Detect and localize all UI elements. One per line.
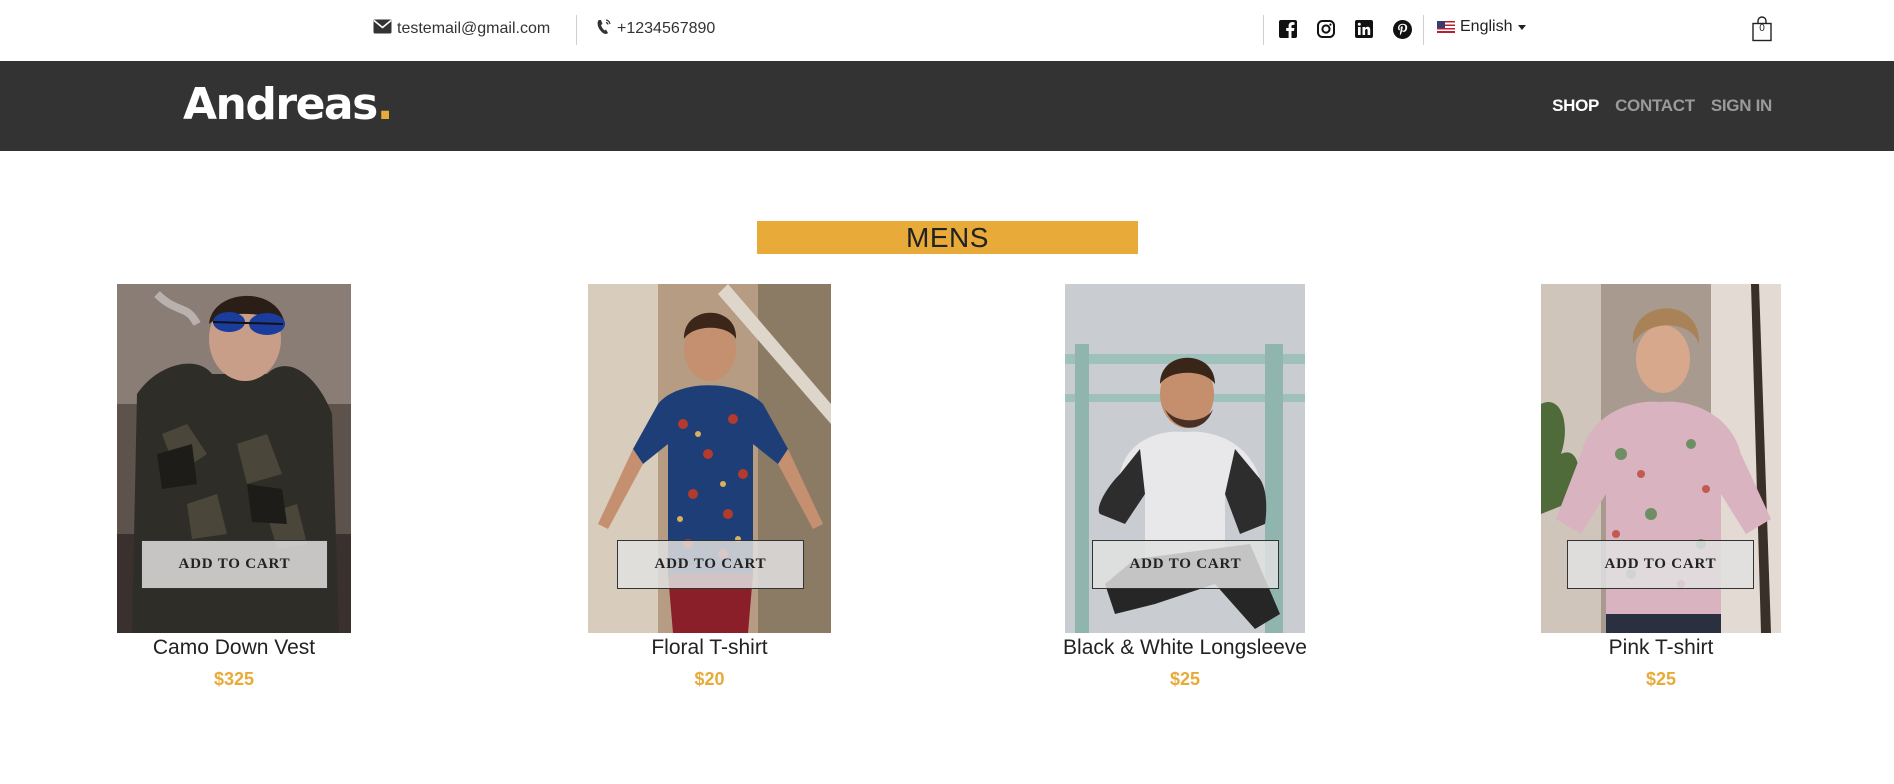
divider [576,15,577,45]
shopping-bag-icon[interactable]: 0 [1751,15,1773,42]
contact-email[interactable]: testemail@gmail.com [373,17,550,41]
instagram-icon[interactable] [1315,18,1337,40]
nav-link-contact[interactable]: CONTACT [1615,96,1695,116]
site-logo[interactable]: Andreas. [183,79,394,130]
product-name[interactable]: Camo Down Vest [117,636,351,660]
divider [1423,15,1424,45]
product-name[interactable]: Floral T-shirt [588,636,831,660]
facebook-icon[interactable] [1277,18,1299,40]
phone-icon [596,18,612,41]
divider [1263,15,1264,45]
cart-count-badge: 0 [1759,23,1765,34]
add-to-cart-button[interactable]: ADD TO CART [1567,540,1754,589]
language-selector[interactable]: English [1437,18,1527,36]
product-price: $325 [213,669,255,689]
product-name[interactable]: Pink T-shirt [1541,636,1781,660]
add-to-cart-button[interactable]: ADD TO CART [1092,540,1279,589]
nav-link-sign-in[interactable]: SIGN IN [1711,96,1772,116]
add-to-cart-button[interactable]: ADD TO CART [141,540,328,589]
nav-links: SHOP CONTACT SIGN IN [1552,96,1772,116]
product-price: $25 [1169,669,1201,689]
product-price: $25 [1645,669,1677,689]
phone-text: +1234567890 [617,20,716,37]
product-price: $20 [694,669,725,689]
linkedin-icon[interactable] [1353,18,1375,40]
main-navbar: Andreas. SHOP CONTACT SIGN IN [0,61,1894,151]
section-title: MENS [757,221,1138,254]
email-text: testemail@gmail.com [397,20,551,37]
us-flag-icon [1437,21,1455,33]
product-name[interactable]: Black & White Longsleeve [1035,636,1335,660]
pinterest-icon[interactable] [1391,18,1413,40]
language-label: English [1460,18,1513,35]
nav-link-shop[interactable]: SHOP [1552,96,1599,116]
logo-text: Andreas [183,79,378,130]
add-to-cart-button[interactable]: ADD TO CART [617,540,804,589]
envelope-icon [373,19,392,39]
chevron-down-icon [1518,24,1527,30]
logo-dot: . [376,79,394,130]
top-bar: testemail@gmail.com +1234567890 English … [0,0,1894,61]
contact-phone[interactable]: +1234567890 [596,17,715,41]
